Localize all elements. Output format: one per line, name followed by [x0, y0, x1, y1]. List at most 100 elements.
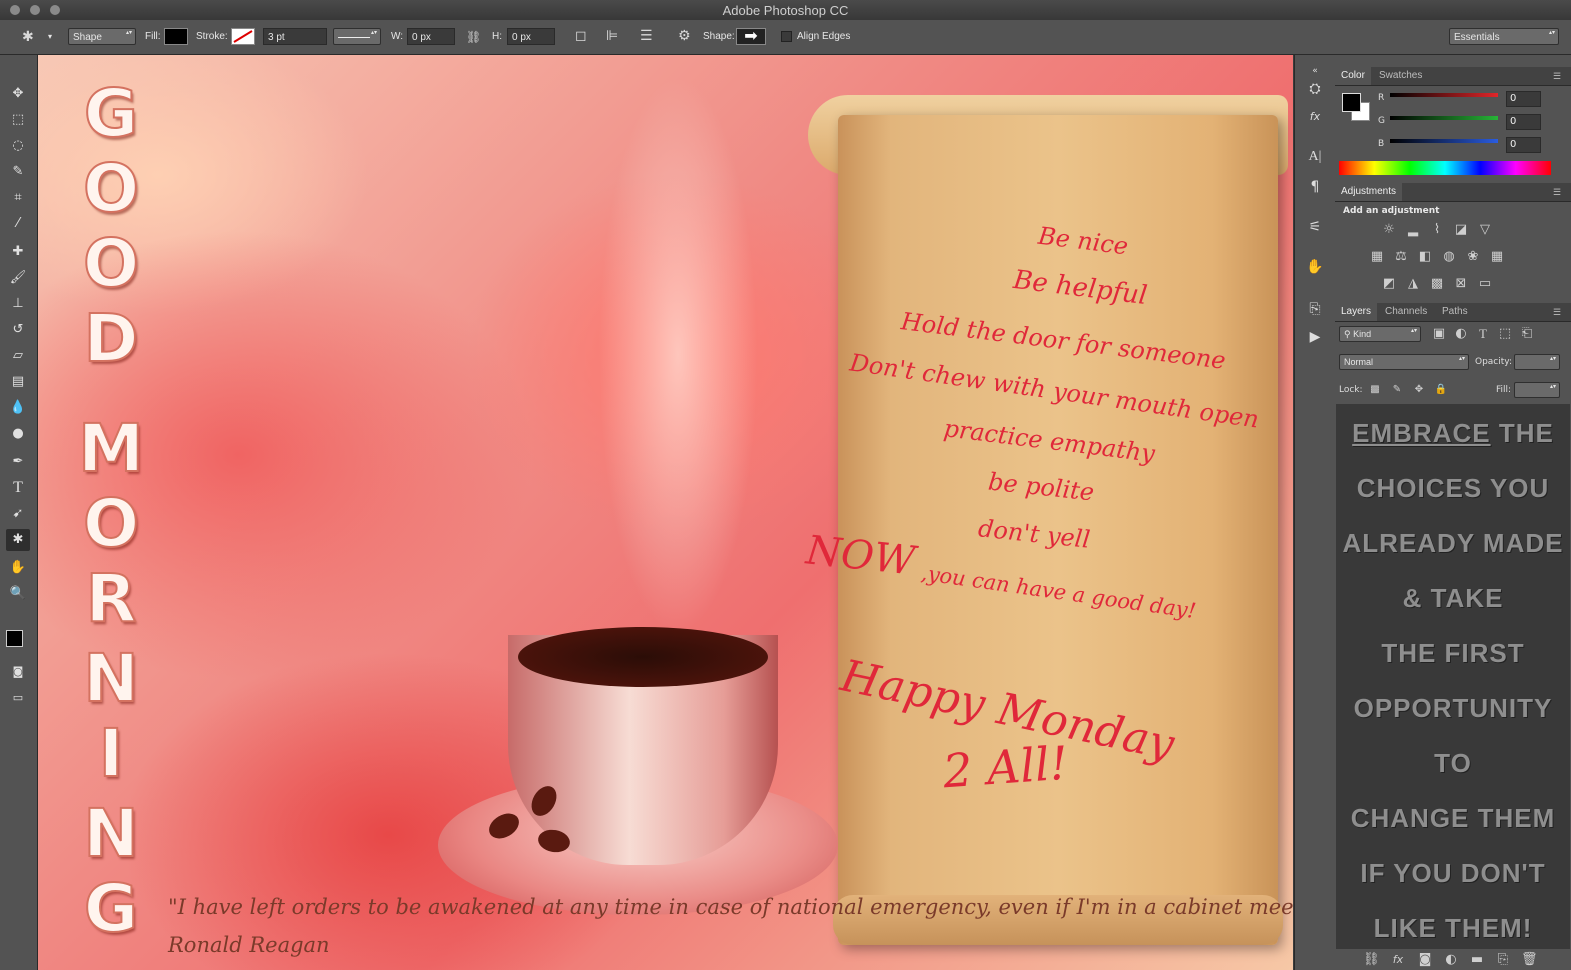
stroke-width-field[interactable]: 3 pt — [263, 28, 327, 45]
foreground-color-swatch[interactable] — [6, 630, 23, 647]
custom-shape-tool-preset-icon[interactable]: ✱ — [22, 30, 34, 44]
filter-adjustment-icon[interactable]: ◐ — [1453, 326, 1469, 342]
tab-channels[interactable]: Channels — [1379, 303, 1433, 321]
color-balance-icon[interactable]: ⚖ — [1393, 249, 1409, 265]
document-canvas[interactable]: G O O D M O R N I N G Be nice Be helpful… — [38, 55, 1293, 970]
path-arrangement-icon[interactable]: ☰ — [640, 29, 653, 43]
width-field[interactable]: 0 px — [407, 28, 455, 45]
stroke-type-select[interactable] — [333, 28, 381, 45]
posterize-icon[interactable]: ◮ — [1405, 276, 1421, 292]
filter-pixel-icon[interactable]: ▣ — [1431, 326, 1447, 342]
path-alignment-icon[interactable]: ⊫ — [606, 29, 618, 43]
tab-color[interactable]: Color — [1335, 67, 1371, 85]
curves-icon[interactable]: ⌇ — [1429, 222, 1445, 238]
link-icon[interactable]: ⛓ — [466, 30, 481, 44]
actions-play-icon[interactable]: ▶ — [1305, 327, 1325, 347]
marquee-tool-icon[interactable]: ⬚ — [6, 109, 30, 131]
filter-shape-icon[interactable]: ⬚ — [1497, 326, 1513, 342]
gradient-map-icon[interactable]: ▭ — [1477, 276, 1493, 292]
lasso-tool-icon[interactable]: ◌ — [6, 135, 30, 157]
red-slider[interactable] — [1390, 93, 1498, 97]
brightness-contrast-icon[interactable]: ☼ — [1381, 222, 1397, 238]
panel-menu-icon[interactable]: ☰ — [1547, 67, 1567, 85]
photo-filter-icon[interactable]: ◍ — [1441, 249, 1457, 265]
tab-adjustments[interactable]: Adjustments — [1335, 183, 1403, 201]
tab-layers[interactable]: Layers — [1335, 303, 1378, 321]
styles-panel-icon[interactable]: fx — [1305, 107, 1325, 127]
color-foreground-swatch[interactable] — [1342, 93, 1361, 112]
lock-transparent-icon[interactable]: ▩ — [1367, 382, 1383, 398]
gear-icon[interactable]: ⚙ — [678, 29, 691, 43]
fill-opacity-field[interactable] — [1514, 382, 1560, 398]
layers-list-area[interactable]: EMBRACE THE CHOICES YOU ALREADY MADE & T… — [1336, 404, 1570, 949]
dodge-tool-icon[interactable]: ● — [6, 423, 30, 445]
eraser-tool-icon[interactable]: ▱ — [6, 345, 30, 367]
exposure-icon[interactable]: ◪ — [1453, 222, 1469, 238]
quick-selection-tool-icon[interactable]: ✎ — [6, 161, 30, 183]
opacity-field[interactable] — [1514, 354, 1560, 370]
levels-icon[interactable]: ▂ — [1405, 222, 1421, 238]
collapse-arrows-icon[interactable]: « — [1305, 61, 1325, 81]
fill-swatch[interactable] — [164, 28, 188, 45]
crop-tool-icon[interactable]: ⌗ — [6, 187, 30, 209]
align-edges-checkbox[interactable] — [781, 31, 792, 42]
selective-color-icon[interactable]: ⊠ — [1453, 276, 1469, 292]
filter-type-icon[interactable]: T — [1475, 326, 1491, 342]
custom-shape-tool-icon[interactable]: ✱ — [6, 529, 30, 551]
green-value-field[interactable]: 0 — [1506, 114, 1541, 130]
character-panel-icon[interactable]: A| — [1305, 147, 1325, 167]
quick-mask-icon[interactable]: ◙ — [6, 661, 30, 683]
path-operations-icon[interactable]: ◻ — [575, 29, 587, 43]
tab-paths[interactable]: Paths — [1436, 303, 1474, 321]
panel-menu-icon[interactable]: ☰ — [1547, 183, 1567, 201]
link-layers-icon[interactable]: ⛓ — [1363, 952, 1380, 968]
green-slider[interactable] — [1390, 116, 1498, 120]
height-field[interactable]: 0 px — [507, 28, 555, 45]
layer-style-icon[interactable]: fx — [1390, 952, 1406, 968]
blue-slider[interactable] — [1390, 139, 1498, 143]
path-selection-tool-icon[interactable]: ➹ — [6, 503, 30, 525]
pen-tool-icon[interactable]: ✒ — [6, 451, 30, 473]
brush-tool-icon[interactable]: 🖌 — [6, 267, 30, 289]
eyedropper-tool-icon[interactable]: ⁄ — [6, 213, 30, 235]
tool-mode-select[interactable]: Shape — [68, 28, 136, 45]
new-group-icon[interactable]: ▬ — [1469, 952, 1485, 968]
gradient-tool-icon[interactable]: ▤ — [6, 371, 30, 393]
blue-value-field[interactable]: 0 — [1506, 137, 1541, 153]
history-panel-icon[interactable]: ⎘ — [1305, 299, 1325, 319]
add-mask-icon[interactable]: ◙ — [1417, 952, 1433, 968]
3d-panel-icon[interactable]: ⛭ — [1305, 79, 1325, 99]
new-layer-icon[interactable]: ⎘ — [1495, 952, 1511, 968]
tab-swatches[interactable]: Swatches — [1373, 67, 1428, 85]
preset-dropdown-arrow-icon[interactable]: ▾ — [48, 28, 52, 45]
screen-mode-icon[interactable]: ▭ — [6, 687, 30, 709]
move-tool-icon[interactable]: ✥ — [6, 83, 30, 105]
workspace-select[interactable]: Essentials — [1449, 28, 1559, 45]
threshold-icon[interactable]: ▩ — [1429, 276, 1445, 292]
history-brush-tool-icon[interactable]: ↺ — [6, 319, 30, 341]
blend-mode-select[interactable]: Normal — [1339, 354, 1469, 370]
healing-brush-tool-icon[interactable]: ✚ — [6, 241, 30, 263]
red-value-field[interactable]: 0 — [1506, 91, 1541, 107]
color-spectrum-bar[interactable] — [1339, 161, 1551, 175]
hand-tool-icon[interactable]: ✋ — [6, 557, 30, 579]
lock-all-icon[interactable]: 🔒 — [1433, 382, 1449, 398]
properties-panel-icon[interactable]: ⚟ — [1305, 217, 1325, 237]
black-white-icon[interactable]: ◧ — [1417, 249, 1433, 265]
new-adjustment-layer-icon[interactable]: ◐ — [1443, 952, 1459, 968]
color-lookup-icon[interactable]: ▦ — [1489, 249, 1505, 265]
tool-presets-icon[interactable]: ✋ — [1305, 257, 1325, 277]
blur-tool-icon[interactable]: 💧 — [6, 397, 30, 419]
panel-menu-icon[interactable]: ☰ — [1547, 303, 1567, 321]
type-tool-icon[interactable]: T — [6, 477, 30, 499]
paragraph-panel-icon[interactable]: ¶ — [1305, 177, 1325, 197]
zoom-tool-icon[interactable]: 🔍 — [6, 583, 30, 605]
clone-stamp-tool-icon[interactable]: ⊥ — [6, 293, 30, 315]
vibrance-icon[interactable]: ▽ — [1477, 222, 1493, 238]
hue-saturation-icon[interactable]: ▦ — [1369, 249, 1385, 265]
invert-icon[interactable]: ◩ — [1381, 276, 1397, 292]
channel-mixer-icon[interactable]: ❀ — [1465, 249, 1481, 265]
delete-layer-icon[interactable]: 🗑 — [1521, 952, 1538, 968]
shape-picker[interactable]: ➡ — [736, 28, 766, 45]
lock-position-icon[interactable]: ✥ — [1411, 382, 1427, 398]
